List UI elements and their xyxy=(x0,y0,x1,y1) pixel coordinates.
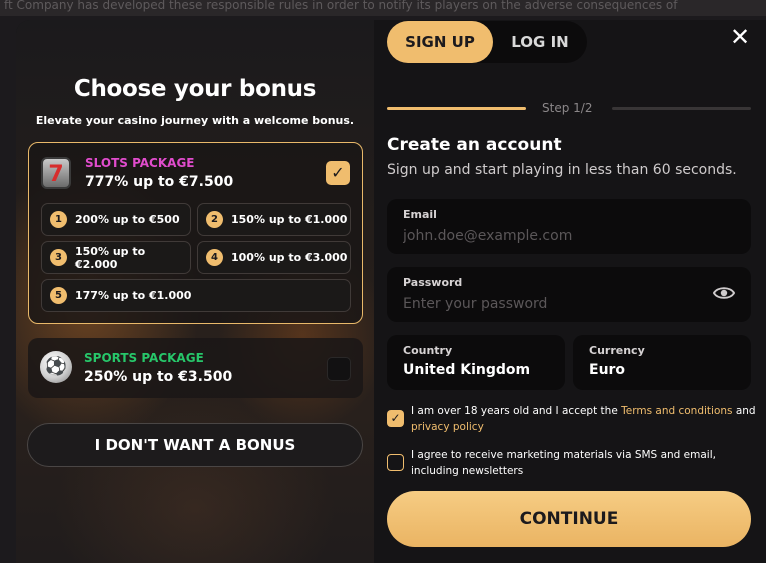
tier-number-badge: 5 xyxy=(50,287,67,304)
country-value: United Kingdom xyxy=(403,362,531,378)
age-consent-checkbox[interactable]: ✓ xyxy=(387,410,404,427)
currency-value: Euro xyxy=(589,362,626,378)
marketing-consent-text: I agree to receive marketing materials v… xyxy=(411,449,716,477)
currency-label: Currency xyxy=(589,344,645,357)
sports-package-amount: 250% up to €3.500 xyxy=(84,369,233,385)
tier-number-badge: 3 xyxy=(50,249,67,266)
slots-package-name: SLOTS PACKAGE xyxy=(85,156,195,170)
tier-label: 200% up to €500 xyxy=(75,213,180,226)
bonus-tier-1: 1 200% up to €500 xyxy=(41,203,191,236)
bonus-panel: Choose your bonus Elevate your casino jo… xyxy=(16,20,374,563)
country-label: Country xyxy=(403,344,453,357)
step-progress-inactive xyxy=(612,107,751,110)
privacy-policy-link[interactable]: privacy policy xyxy=(411,421,484,433)
age-consent-text: I am over 18 years old and I accept the … xyxy=(411,403,756,435)
tier-label: 177% up to €1.000 xyxy=(75,289,192,302)
background-page-text: ft Company has developed these responsib… xyxy=(0,0,766,16)
close-icon: ✕ xyxy=(729,23,751,51)
password-input[interactable] xyxy=(403,294,703,314)
no-bonus-button[interactable]: I DON'T WANT A BONUS xyxy=(27,423,363,467)
currency-select[interactable]: Currency Euro xyxy=(573,335,751,390)
tier-label: 100% up to €3.000 xyxy=(231,251,348,264)
slot-7-icon: 7 xyxy=(41,157,71,189)
slots-package-card[interactable]: 7 SLOTS PACKAGE 777% up to €7.500 ✓ 1 20… xyxy=(28,142,363,324)
password-label: Password xyxy=(403,276,463,289)
bonus-tier-3: 3 150% up to €2.000 xyxy=(41,241,191,274)
email-input[interactable] xyxy=(403,226,703,246)
terms-link[interactable]: Terms and conditions xyxy=(621,405,732,417)
bonus-tier-2: 2 150% up to €1.000 xyxy=(197,203,351,236)
bonus-title: Choose your bonus xyxy=(73,76,317,102)
form-title: Create an account xyxy=(387,135,562,155)
email-field[interactable]: Email xyxy=(387,199,751,254)
slots-package-checkbox[interactable]: ✓ xyxy=(326,161,350,185)
form-subtitle: Sign up and start playing in less than 6… xyxy=(387,162,737,178)
bonus-tier-5: 5 177% up to €1.000 xyxy=(41,279,351,312)
tab-log-in[interactable]: LOG IN xyxy=(493,21,587,63)
tier-label: 150% up to €1.000 xyxy=(231,213,348,226)
marketing-consent-checkbox[interactable] xyxy=(387,454,404,471)
continue-button[interactable]: CONTINUE xyxy=(387,491,751,547)
step-indicator: Step 1/2 xyxy=(542,101,593,115)
sports-package-name: SPORTS PACKAGE xyxy=(84,351,204,365)
tier-label: 150% up to €2.000 xyxy=(75,244,146,271)
eye-icon[interactable] xyxy=(713,285,735,301)
tier-number-badge: 2 xyxy=(206,211,223,228)
close-button[interactable]: ✕ xyxy=(727,24,753,50)
soccer-ball-icon: ⚽ xyxy=(40,351,72,383)
country-select[interactable]: Country United Kingdom xyxy=(387,335,565,390)
age-consent-text-1: I am over 18 years old and I accept the xyxy=(411,405,622,417)
tier-number-badge: 4 xyxy=(206,249,223,266)
sports-package-checkbox[interactable] xyxy=(327,357,351,381)
password-field[interactable]: Password xyxy=(387,267,751,322)
check-icon: ✓ xyxy=(390,411,401,425)
check-icon: ✓ xyxy=(331,163,345,182)
bonus-tier-4: 4 100% up to €3.000 xyxy=(197,241,351,274)
sports-package-card[interactable]: ⚽ SPORTS PACKAGE 250% up to €3.500 xyxy=(28,338,363,398)
tier-number-badge: 1 xyxy=(50,211,67,228)
age-consent-text-2: and xyxy=(732,405,756,417)
step-progress-active xyxy=(387,107,526,110)
email-label: Email xyxy=(403,208,437,221)
slots-package-amount: 777% up to €7.500 xyxy=(85,174,234,190)
auth-tabs: SIGN UP LOG IN xyxy=(387,21,587,63)
bonus-subtitle: Elevate your casino journey with a welco… xyxy=(35,114,355,127)
tab-sign-up[interactable]: SIGN UP xyxy=(387,21,493,63)
